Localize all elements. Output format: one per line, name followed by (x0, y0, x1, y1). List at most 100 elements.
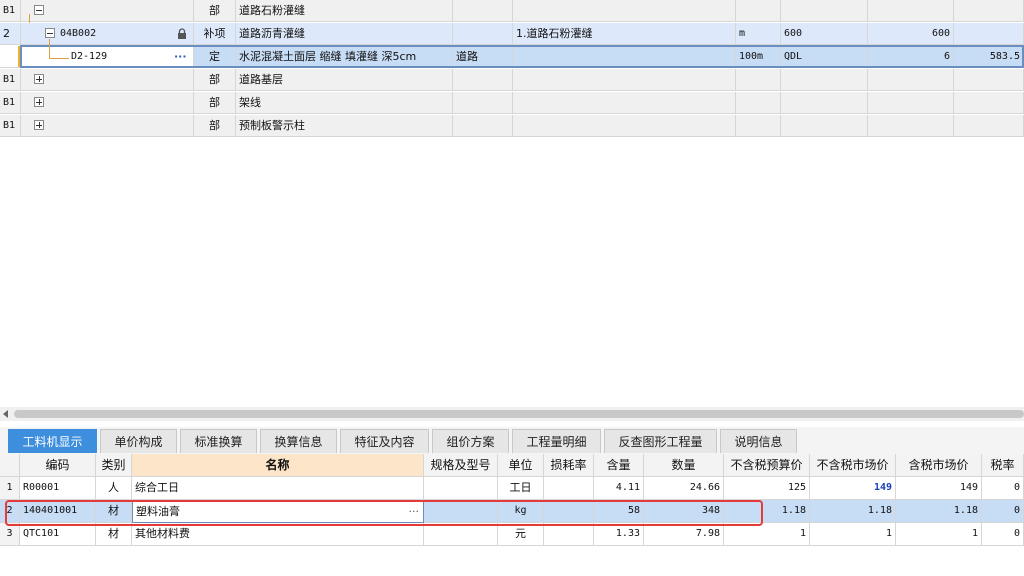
detail-tab-bar: 工料机显示 单价构成 标准换算 换算信息 特征及内容 组价方案 工程量明细 反查… (0, 427, 1024, 455)
table-row[interactable]: 2 04B002 补项 道路沥青灌缝 1.道路石粉灌缝 m 600 600 (0, 23, 1024, 46)
tax-market-price-cell[interactable]: 1 (896, 523, 982, 546)
category-cell: 材 (96, 523, 132, 546)
name-cell-editing[interactable]: 塑料油膏 ··· (132, 500, 424, 523)
tab-labor-material-machine[interactable]: 工料机显示 (8, 429, 97, 453)
unit-cell: m (736, 23, 781, 45)
tab-pricing-scheme[interactable]: 组价方案 (432, 429, 509, 453)
tab-features-content[interactable]: 特征及内容 (340, 429, 429, 453)
code-cell[interactable]: R00001 (20, 477, 96, 500)
more-button[interactable]: ··· (174, 46, 187, 67)
name-cell[interactable]: 预制板警示柱 (236, 115, 453, 137)
name-cell[interactable]: 水泥混凝土面层 缩缝 填灌缝 深5cm (236, 46, 453, 68)
tax-rate-cell[interactable]: 0 (982, 500, 1024, 523)
code-cell[interactable]: 04B002 (21, 23, 194, 45)
expr-cell[interactable]: QDL (781, 46, 868, 68)
type-cell: 部 (194, 0, 236, 22)
loss-cell[interactable] (544, 477, 594, 500)
expr-cell (781, 0, 868, 22)
name-cell[interactable]: 其他材料费 (132, 523, 424, 546)
tab-conversion-info[interactable]: 换算信息 (260, 429, 337, 453)
row-number: B1 (0, 0, 21, 22)
expand-icon[interactable] (34, 74, 44, 84)
qty-cell (868, 0, 954, 22)
feature-cell (513, 69, 736, 91)
tax-market-price-cell[interactable]: 1.18 (896, 500, 982, 523)
name-cell[interactable]: 架线 (236, 92, 453, 114)
horizontal-scrollbar[interactable] (0, 407, 1024, 421)
quantity-cell[interactable]: 348 (644, 500, 724, 523)
feature-cell (513, 92, 736, 114)
content-cell[interactable]: 58 (594, 500, 644, 523)
tab-description[interactable]: 说明信息 (720, 429, 797, 453)
type-cell: 部 (194, 92, 236, 114)
name-cell[interactable]: 道路沥青灌缝 (236, 23, 453, 45)
spec-cell (453, 23, 513, 45)
name-cell[interactable]: 道路基层 (236, 69, 453, 91)
table-row[interactable]: B1 部 架线 (0, 92, 1024, 115)
name-cell[interactable]: 道路石粉灌缝 (236, 0, 453, 22)
tab-reverse-lookup-quantity[interactable]: 反查图形工程量 (604, 429, 717, 453)
header-loss-rate[interactable]: 损耗率 (544, 454, 594, 477)
spec-cell (453, 92, 513, 114)
tax-rate-cell[interactable]: 0 (982, 523, 1024, 546)
header-tax-rate[interactable]: 税率 (982, 454, 1024, 477)
qty-cell: 600 (868, 23, 954, 45)
loss-cell[interactable] (544, 500, 594, 523)
scrollbar-thumb[interactable] (14, 410, 1024, 418)
quantity-cell[interactable]: 24.66 (644, 477, 724, 500)
header-tax-market-price[interactable]: 含税市场价 (896, 454, 982, 477)
name-cell[interactable]: 综合工日 (132, 477, 424, 500)
expand-icon[interactable] (34, 120, 44, 130)
spec-cell[interactable] (424, 500, 498, 523)
spec-cell[interactable] (424, 477, 498, 500)
tab-standard-conversion[interactable]: 标准换算 (180, 429, 257, 453)
code-cell[interactable]: 140401001 (20, 500, 96, 523)
content-cell[interactable]: 4.11 (594, 477, 644, 500)
feature-cell[interactable]: 1.道路石粉灌缝 (513, 23, 736, 45)
type-cell: 定 (194, 46, 236, 68)
tree-line (29, 14, 30, 23)
content-cell[interactable]: 1.33 (594, 523, 644, 546)
spec-cell[interactable] (424, 523, 498, 546)
expr-cell (781, 115, 868, 137)
unit-cell: 100m (736, 46, 781, 68)
header-name[interactable]: 名称 (132, 454, 424, 477)
expand-icon[interactable] (34, 97, 44, 107)
collapse-icon[interactable] (45, 28, 55, 38)
market-price-cell[interactable]: 1 (810, 523, 896, 546)
quantity-cell[interactable]: 7.98 (644, 523, 724, 546)
table-row[interactable]: B1 部 道路基层 (0, 69, 1024, 92)
row-number: 2 (0, 500, 20, 523)
spec-cell[interactable]: 道路 (453, 46, 513, 68)
header-content[interactable]: 含量 (594, 454, 644, 477)
header-budget-price[interactable]: 不含税预算价 (724, 454, 810, 477)
table-row-selected[interactable]: D2-129 ··· 定 水泥混凝土面层 缩缝 填灌缝 深5cm 道路 100m… (0, 45, 1024, 69)
more-button[interactable]: ··· (409, 501, 420, 522)
collapse-icon[interactable] (34, 5, 44, 15)
header-quantity[interactable]: 数量 (644, 454, 724, 477)
header-category[interactable]: 类别 (96, 454, 132, 477)
feature-cell (513, 115, 736, 137)
scroll-left-arrow-icon[interactable] (3, 410, 8, 418)
table-row[interactable]: B1 部 道路石粉灌缝 (0, 0, 1024, 23)
header-unit[interactable]: 单位 (498, 454, 544, 477)
tax-market-price-cell[interactable]: 149 (896, 477, 982, 500)
table-row[interactable]: B1 部 预制板警示柱 (0, 115, 1024, 138)
price-cell (954, 69, 1024, 91)
quota-grid: B1 部 道路石粉灌缝 2 04B002 补项 道路沥青灌缝 1.道路石粉灌缝 … (0, 0, 1024, 140)
market-price-cell[interactable]: 149 (810, 477, 896, 500)
spec-cell (453, 0, 513, 22)
type-cell: 部 (194, 69, 236, 91)
code-cell[interactable]: QTC101 (20, 523, 96, 546)
unit-cell (736, 92, 781, 114)
market-price-cell[interactable]: 1.18 (810, 500, 896, 523)
tab-quantity-detail[interactable]: 工程量明细 (512, 429, 601, 453)
header-spec[interactable]: 规格及型号 (424, 454, 498, 477)
header-market-price[interactable]: 不含税市场价 (810, 454, 896, 477)
tab-unit-price-composition[interactable]: 单价构成 (100, 429, 177, 453)
code-cell[interactable]: D2-129 ··· (21, 46, 194, 68)
tax-rate-cell[interactable]: 0 (982, 477, 1024, 500)
loss-cell[interactable] (544, 523, 594, 546)
expr-cell[interactable]: 600 (781, 23, 868, 45)
header-code[interactable]: 编码 (20, 454, 96, 477)
